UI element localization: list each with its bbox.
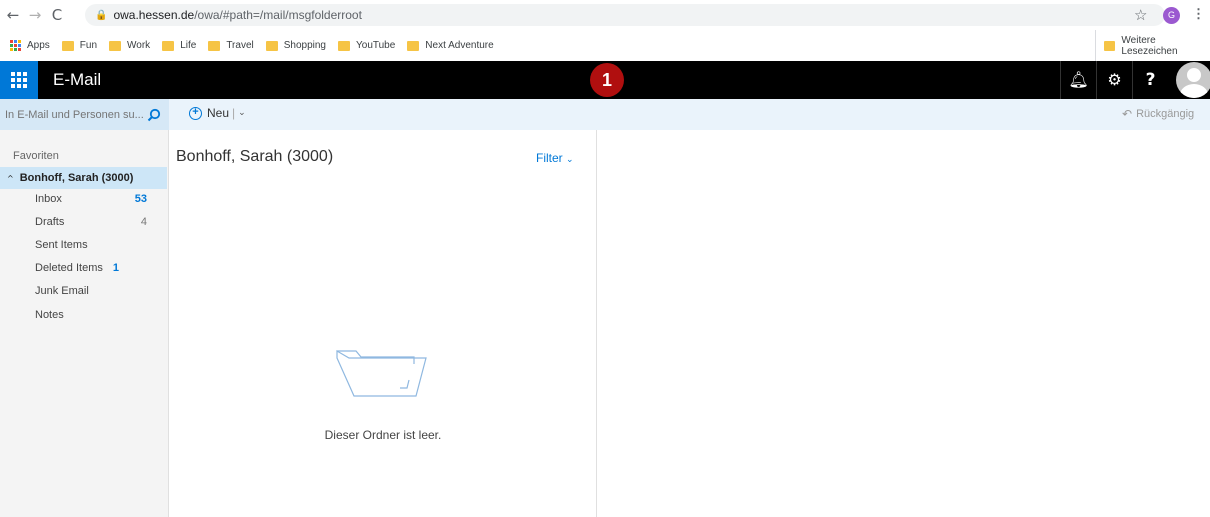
bookmark-label: Work (127, 40, 151, 51)
bookmark-label: Life (180, 40, 197, 51)
folder-inbox[interactable]: Inbox 53 (0, 189, 167, 211)
url-path: /owa/#path=/mail/msgfolderroot (194, 8, 362, 22)
url-host: owa.hessen.de (113, 8, 195, 22)
bookmark-next-adventure[interactable]: Next Adventure (407, 40, 494, 51)
help-icon[interactable]: ? (1132, 61, 1168, 99)
browser-menu-icon[interactable]: ⋮ (1192, 6, 1205, 22)
new-message-button[interactable]: + Neu | ⌄ (189, 106, 246, 120)
bookmark-label: YouTube (356, 40, 396, 51)
app-header: E-Mail 1 🔔︎ ⚙︎ ? (0, 61, 1210, 99)
user-avatar[interactable] (1173, 61, 1210, 99)
chevron-up-icon[interactable]: ^ (7, 174, 14, 183)
account-folder[interactable]: ^ Bonhoff, Sarah (3000) (0, 167, 167, 189)
folder-icon (407, 40, 420, 51)
folder-pane: Favoriten ^ Bonhoff, Sarah (3000) Inbox … (0, 130, 169, 517)
empty-folder-icon (336, 349, 427, 397)
folder-label: Sent Items (35, 239, 88, 251)
filter-button[interactable]: Filter ⌄ (536, 151, 574, 165)
profile-avatar[interactable]: G (1163, 7, 1180, 24)
folder-label: Deleted Items (35, 262, 103, 274)
bookmark-apps[interactable]: Apps (10, 40, 50, 51)
filter-label: Filter (536, 151, 563, 165)
list-title: Bonhoff, Sarah (3000) (176, 148, 334, 165)
other-bookmarks[interactable]: Weitere Lesezeichen (1095, 30, 1210, 61)
folder-icon (208, 40, 221, 51)
bookmark-label: Next Adventure (425, 40, 494, 51)
bell-icon[interactable]: 🔔︎ (1060, 61, 1096, 99)
forward-arrow-icon[interactable]: → (26, 6, 44, 24)
bookmark-work[interactable]: Work (109, 40, 150, 51)
bookmark-label: Shopping (283, 40, 326, 51)
gear-icon[interactable]: ⚙︎ (1096, 61, 1132, 99)
reading-pane (598, 130, 1210, 517)
folder-label: Drafts (35, 216, 65, 228)
search-input[interactable] (5, 108, 143, 121)
lock-icon: 🔒 (95, 9, 108, 21)
undo-button[interactable]: ↶ Rückgängig (1122, 107, 1194, 121)
app-launcher-icon[interactable] (0, 61, 38, 99)
folder-icon (265, 40, 278, 51)
back-arrow-icon[interactable]: ← (4, 6, 22, 24)
folder-label: Notes (35, 309, 64, 321)
apps-grid-icon (10, 40, 21, 51)
bookmark-shopping[interactable]: Shopping (265, 40, 326, 51)
command-bar: + Neu | ⌄ ↶ Rückgängig (0, 99, 1210, 130)
folder-deleted-items[interactable]: Deleted Items 1 (0, 258, 167, 280)
folder-drafts[interactable]: Drafts 4 (0, 212, 167, 234)
folder-notes[interactable]: Notes (0, 305, 167, 327)
chevron-down-icon[interactable]: ⌄ (238, 108, 246, 118)
address-bar[interactable]: 🔒 owa.hessen.de/owa/#path=/mail/msgfolde… (85, 4, 1165, 26)
unread-count: 53 (134, 193, 147, 205)
reload-icon[interactable]: C (48, 6, 66, 24)
app-title: E-Mail (53, 70, 102, 89)
bookmark-label: Apps (27, 40, 50, 51)
folder-icon (162, 40, 175, 51)
search-icon[interactable] (147, 108, 161, 122)
folder-icon (1104, 40, 1116, 51)
bookmark-star-icon[interactable]: ☆ (1134, 6, 1147, 24)
folder-icon (109, 40, 122, 51)
chevron-down-icon: ⌄ (566, 155, 574, 165)
bookmarks-bar: Apps Fun Work Life Travel Shopping YouTu… (0, 30, 1210, 61)
bookmark-label: Travel (226, 40, 254, 51)
folder-icon (338, 40, 350, 51)
folder-label: Inbox (35, 193, 62, 205)
undo-icon: ↶ (1122, 107, 1133, 121)
bookmark-label: Fun (79, 40, 98, 51)
folder-junk-email[interactable]: Junk Email (0, 281, 167, 303)
folder-label: Junk Email (35, 285, 89, 297)
account-label: Bonhoff, Sarah (3000) (19, 172, 134, 184)
unread-count: 1 (112, 262, 119, 274)
folder-icon (61, 40, 74, 51)
bookmark-youtube[interactable]: YouTube (338, 40, 395, 51)
other-bookmarks-label: Weitere Lesezeichen (1121, 34, 1178, 57)
bookmark-fun[interactable]: Fun (61, 40, 98, 51)
bookmark-life[interactable]: Life (162, 40, 196, 51)
empty-folder-message: Dieser Ordner ist leer. (324, 428, 442, 442)
item-count: 4 (140, 216, 147, 228)
search-box (0, 99, 169, 130)
undo-label: Rückgängig (1136, 108, 1195, 120)
plus-circle-icon: + (189, 106, 202, 120)
message-list: Bonhoff, Sarah (3000) Filter ⌄ Dieser Or… (169, 130, 597, 517)
bookmark-travel[interactable]: Travel (208, 40, 254, 51)
new-label: Neu (207, 106, 230, 120)
callout-badge: 1 (590, 63, 624, 97)
favorites-header[interactable]: Favoriten (13, 150, 59, 162)
browser-toolbar: ← → C 🔒 owa.hessen.de/owa/#path=/mail/ms… (0, 0, 1210, 30)
folder-sent-items[interactable]: Sent Items (0, 235, 167, 257)
divider: | (232, 106, 236, 120)
